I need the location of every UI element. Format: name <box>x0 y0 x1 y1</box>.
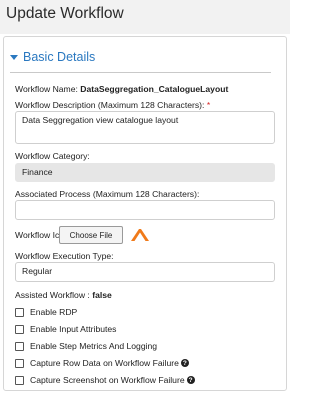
assisted-value: false <box>92 290 112 300</box>
checkbox-box[interactable] <box>15 358 24 368</box>
choose-file-button[interactable]: Choose File <box>59 226 123 244</box>
category-field: Finance <box>15 163 275 182</box>
description-label-row: Workflow Description (Maximum 128 Charac… <box>15 100 210 110</box>
checkbox-label: Enable Input Attributes <box>30 324 117 334</box>
process-label: Associated Process (Maximum 128 Characte… <box>15 189 200 199</box>
workflow-icon-preview <box>131 229 149 241</box>
checkbox-box[interactable] <box>15 375 24 385</box>
checkbox-label: Capture Row Data on Workflow Failure <box>30 358 179 368</box>
section-divider <box>10 72 271 73</box>
workflow-name-value: DataSeggregation_CatalogueLayout <box>80 84 229 94</box>
capture-row-data-checkbox[interactable]: Capture Row Data on Workflow Failure ? <box>15 358 189 368</box>
workflow-name-label: Workflow Name: <box>15 84 78 94</box>
checkbox-label: Enable RDP <box>30 307 78 317</box>
caret-down-icon <box>10 54 18 60</box>
process-input[interactable] <box>15 200 275 220</box>
checkbox-box[interactable] <box>15 341 24 351</box>
assisted-row: Assisted Workflow : false <box>15 290 112 300</box>
checkbox-label: Enable Step Metrics And Logging <box>30 341 158 351</box>
enable-step-metrics-checkbox[interactable]: Enable Step Metrics And Logging <box>15 341 157 351</box>
assisted-label: Assisted Workflow : <box>15 290 90 300</box>
checkbox-label: Capture Screenshot on Workflow Failure <box>30 375 185 385</box>
enable-input-attributes-checkbox[interactable]: Enable Input Attributes <box>15 324 116 334</box>
execution-label: Workflow Execution Type: <box>15 251 114 261</box>
category-label: Workflow Category: <box>15 151 90 161</box>
required-marker: * <box>206 100 211 110</box>
capture-screenshot-checkbox[interactable]: Capture Screenshot on Workflow Failure ? <box>15 375 195 385</box>
enable-rdp-checkbox[interactable]: Enable RDP <box>15 307 77 317</box>
help-icon[interactable]: ? <box>180 359 189 367</box>
workflow-name-row: Workflow Name: DataSeggregation_Catalogu… <box>15 84 228 94</box>
page-header: Update Workflow <box>0 0 290 34</box>
execution-select[interactable]: Regular <box>15 262 275 282</box>
checkbox-box[interactable] <box>15 307 24 317</box>
help-icon[interactable]: ? <box>186 376 195 384</box>
section-toggle[interactable]: Basic Details <box>10 50 95 64</box>
section-title: Basic Details <box>23 50 96 64</box>
checkbox-box[interactable] <box>15 324 24 334</box>
description-label: Workflow Description (Maximum 128 Charac… <box>15 100 205 110</box>
description-textarea[interactable]: Data Seggregation view catalogue layout <box>15 111 275 144</box>
page-title: Update Workflow <box>6 5 124 22</box>
